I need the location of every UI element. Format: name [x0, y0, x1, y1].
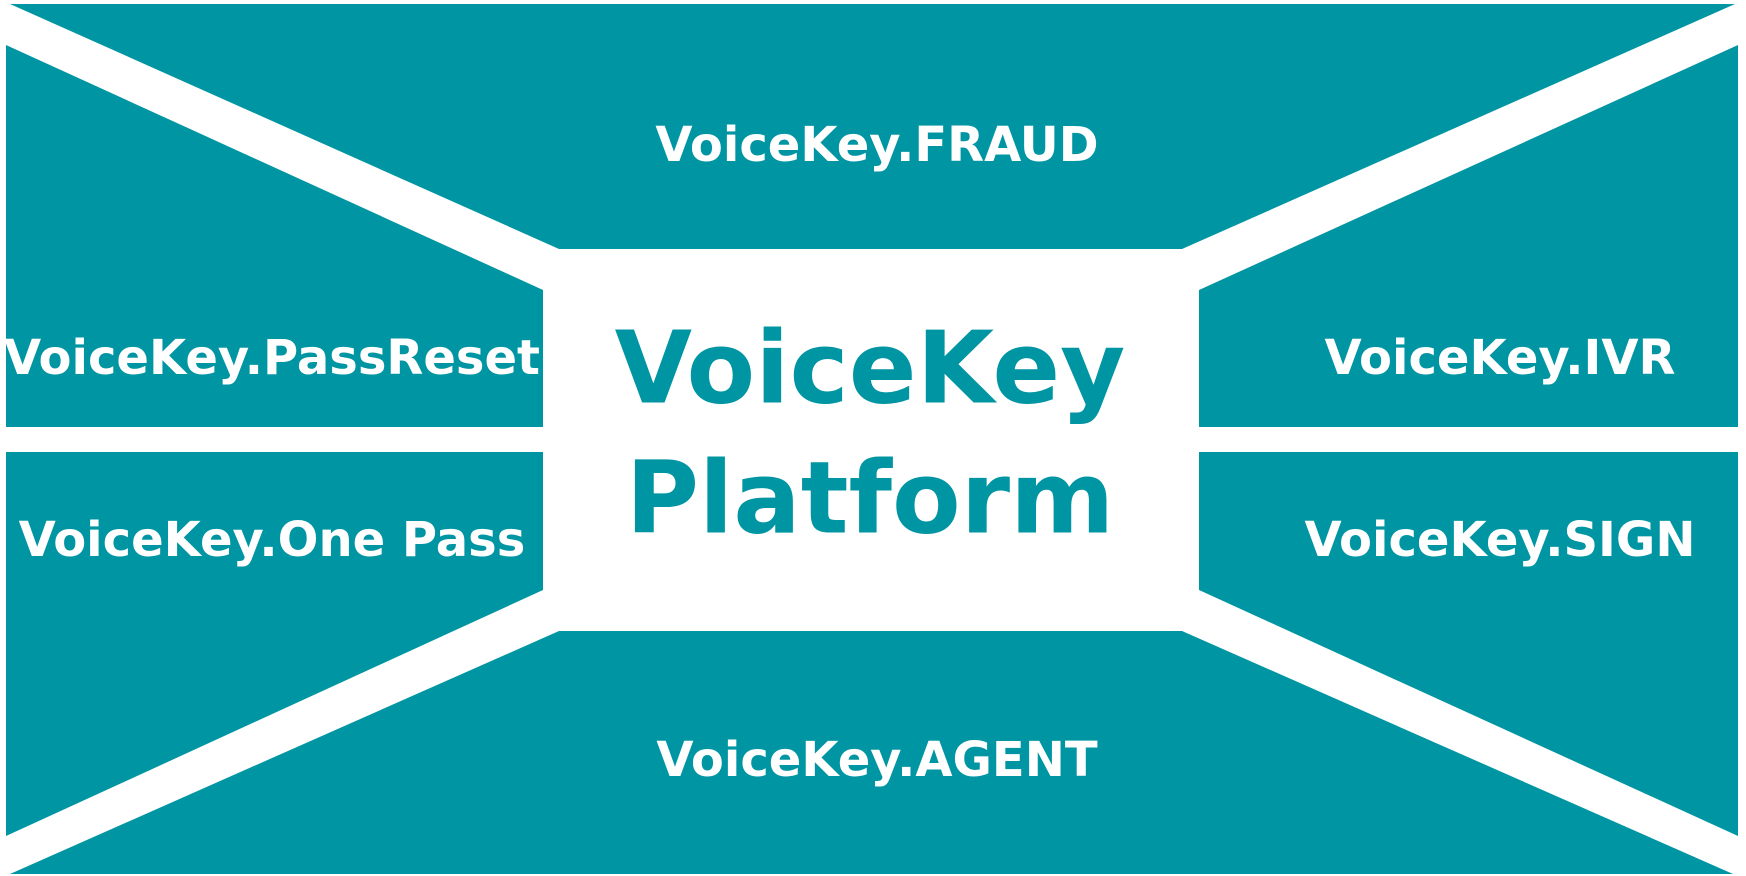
- segment-right-lower-label: VoiceKey.SIGN: [1305, 512, 1696, 568]
- segment-bottom-label: VoiceKey.AGENT: [656, 732, 1097, 788]
- segment-top-label: VoiceKey.FRAUD: [655, 117, 1098, 173]
- center-title-line2: Platform: [626, 439, 1115, 556]
- segment-left-upper-label: VoiceKey.PassReset: [4, 330, 540, 386]
- center-title-line1: VoiceKey: [615, 309, 1126, 426]
- segment-left-lower-label: VoiceKey.One Pass: [19, 512, 526, 568]
- voicekey-platform-diagram: VoiceKey.FRAUD VoiceKey.PassReset VoiceK…: [0, 0, 1746, 876]
- segment-right-upper-label: VoiceKey.IVR: [1325, 330, 1676, 386]
